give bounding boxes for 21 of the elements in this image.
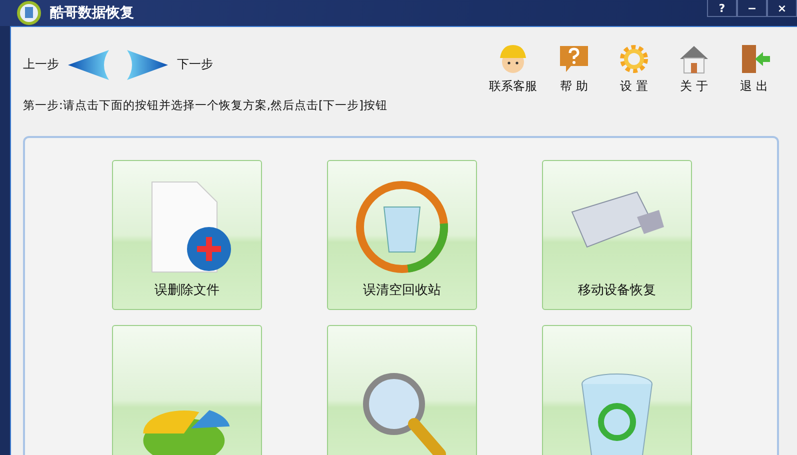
recovery-option-button[interactable] (327, 325, 477, 455)
recovery-option-button[interactable]: 误清空回收站 (327, 160, 477, 310)
recovery-option-button[interactable] (542, 325, 692, 455)
back-label: 上一步 (23, 56, 59, 73)
left-arrow-icon (67, 48, 111, 80)
recovery-option-button[interactable] (112, 325, 262, 455)
window-control-button[interactable]: ? (707, 0, 737, 17)
toolbar-button[interactable]: 设 置 (611, 42, 657, 95)
toolbar-button[interactable]: 联系客服 (489, 42, 537, 95)
right-arrow-icon (125, 48, 169, 80)
window-control-button[interactable]: × (767, 0, 797, 17)
recovery-option-button[interactable]: 误删除文件 (112, 160, 262, 310)
toolbar-button[interactable]: 帮 助 (551, 42, 597, 95)
window-control-button[interactable]: − (737, 0, 767, 17)
recovery-option-button[interactable]: 移动设备恢复 (542, 160, 692, 310)
next-label: 下一步 (177, 56, 213, 73)
gear-icon (617, 42, 651, 76)
toolbar-button[interactable]: 关 于 (671, 42, 717, 95)
window-title: 酷哥数据恢复 (50, 4, 134, 22)
instruction-text: 第一步:请点击下面的按钮并选择一个恢复方案,然后点击[下一步]按钮 (23, 98, 389, 114)
toolbar-button[interactable]: 退 出 (731, 42, 777, 95)
